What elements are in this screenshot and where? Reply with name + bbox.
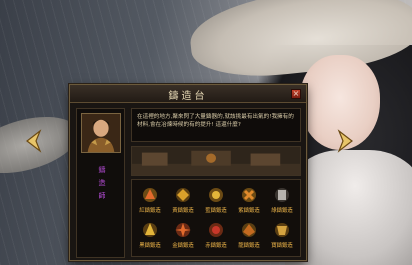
forge-slot-3[interactable]: 藍鑄鍛造 (202, 185, 230, 215)
close-button[interactable]: × (291, 89, 301, 99)
npc-name: 鑄造師 (98, 166, 106, 200)
forge-item-icon (173, 185, 193, 205)
forge-item-icon (272, 185, 292, 205)
forge-slot-label: 龍鑄鍛造 (238, 243, 260, 249)
forge-item-icon (140, 185, 160, 205)
npc-portrait (81, 113, 121, 153)
forge-slot-label: 藍鑄鍛造 (205, 208, 227, 214)
forge-item-icon (239, 185, 259, 205)
forge-slot-label: 黑鑄鍛造 (139, 243, 161, 249)
window-titlebar: 鑄造台 × (70, 85, 306, 103)
forge-slot-4[interactable]: 紫鑄鍛造 (235, 185, 263, 215)
forge-window: 鑄造台 × 鑄造師 在這裡的地方,聚來閃了大量鑄器的,就該挑最有出氣的!我擁有的… (69, 84, 307, 261)
forge-slot-label: 紫鑄鍛造 (238, 208, 260, 214)
forge-scene-banner (131, 146, 301, 176)
forge-slot-label: 金鑄鍛造 (172, 243, 194, 249)
forge-slot-label: 黃鑄鍛造 (172, 208, 194, 214)
forge-description: 在這裡的地方,聚來閃了大量鑄器的,就該挑最有出氣的!我擁有的材料,會在冶煉時候的… (131, 108, 301, 142)
forge-slot-7[interactable]: 金鑄鍛造 (169, 220, 197, 250)
forge-slot-label: 寶鑄鍛造 (271, 243, 293, 249)
forge-slot-8[interactable]: 赤鑄鍛造 (202, 220, 230, 250)
forge-item-icon (206, 220, 226, 240)
next-arrow-icon[interactable] (331, 128, 357, 154)
forge-slot-2[interactable]: 黃鑄鍛造 (169, 185, 197, 215)
forge-slot-label: 紅鑄鍛造 (139, 208, 161, 214)
prev-arrow-icon[interactable] (22, 128, 48, 154)
character-panel: 鑄造師 (76, 108, 125, 258)
forge-slot-6[interactable]: 黑鑄鍛造 (136, 220, 164, 250)
forge-item-icon (239, 220, 259, 240)
forge-item-icon (272, 220, 292, 240)
forge-item-icon (206, 185, 226, 205)
forge-item-grid: 紅鑄鍛造 黃鑄鍛造 藍鑄鍛造 紫鑄鍛造 綠鑄鍛造 黑鑄鍛造 金鑄鍛造 赤鑄鍛造 … (131, 179, 301, 257)
forge-slot-9[interactable]: 龍鑄鍛造 (235, 220, 263, 250)
window-title: 鑄造台 (168, 91, 208, 102)
forge-slot-1[interactable]: 紅鑄鍛造 (136, 185, 164, 215)
forge-slot-10[interactable]: 寶鑄鍛造 (268, 220, 296, 250)
forge-item-icon (173, 220, 193, 240)
forge-slot-5[interactable]: 綠鑄鍛造 (268, 185, 296, 215)
forge-slot-label: 綠鑄鍛造 (271, 208, 293, 214)
forge-slot-label: 赤鑄鍛造 (205, 243, 227, 249)
forge-item-icon (140, 220, 160, 240)
